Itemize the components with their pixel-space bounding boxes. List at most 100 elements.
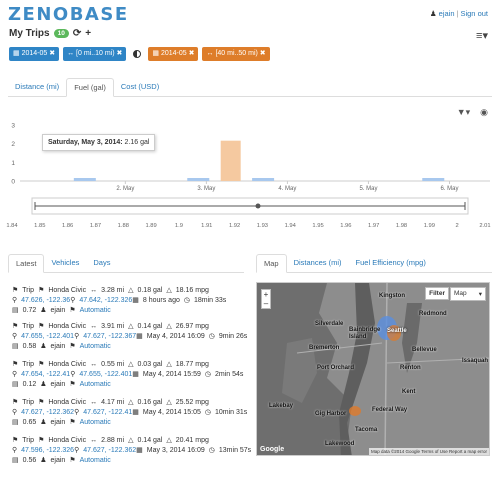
trip-distance: 3.91 mi xyxy=(101,323,125,330)
distance-icon: ↔ xyxy=(90,437,98,444)
zenobase-logo[interactable]: ZENOBASE xyxy=(8,4,129,25)
trip-mode-link[interactable]: Automatic xyxy=(80,343,111,350)
list-tabs: Latest Vehicles Days xyxy=(8,254,244,273)
filter-chip-distance-orange[interactable]: ↔ [40 mi..50 mi) ✖ xyxy=(202,47,270,61)
remove-icon[interactable]: ✖ xyxy=(260,50,266,57)
trip-distance: 4.17 mi xyxy=(101,399,125,406)
x-tick-label: 6. May xyxy=(440,186,458,192)
camera-icon[interactable]: ◉ xyxy=(480,107,488,118)
navigator-tick-label: 1.89 xyxy=(145,223,156,229)
trip-to-link[interactable]: 47.642, -122.326 xyxy=(79,297,132,304)
trip-to-link[interactable]: 47.655, -122.401 xyxy=(79,371,132,378)
signout-link[interactable]: Sign out xyxy=(460,9,488,18)
trip-entry: ⚑ Trip ⚑ Honda Civic ↔ 3.91 mi △ 0.14 gal △ 26.97… xyxy=(12,322,248,352)
trip-mpg: 20.41 mpg xyxy=(175,437,209,444)
map-type-select[interactable]: Map ▾ xyxy=(450,287,486,301)
compare-toggle-icon[interactable] xyxy=(133,50,142,58)
trip-mpg: 18.16 mpg xyxy=(175,287,209,294)
tab-vehicles[interactable]: Vehicles xyxy=(44,254,86,272)
trip-duration: 10min 31s xyxy=(215,409,248,416)
trip-from-link[interactable]: 47.655, -122.401 xyxy=(21,333,74,340)
trip-type: Trip xyxy=(22,287,35,294)
trip-distance: 3.28 mi xyxy=(101,287,125,294)
trip-mpg: 25.52 mpg xyxy=(175,399,209,406)
bar xyxy=(187,178,210,181)
refresh-icon[interactable]: ⟳ xyxy=(73,28,81,39)
tab-fuel[interactable]: Fuel (gal) xyxy=(66,78,114,97)
zoom-out-icon[interactable]: – xyxy=(262,299,270,308)
remove-icon[interactable]: ✖ xyxy=(189,50,195,57)
trip-user: ejain xyxy=(50,307,66,314)
navigator-tick-label: 1.91 xyxy=(201,223,212,229)
map-filter-button[interactable]: Filter xyxy=(425,287,449,300)
trip-to-link[interactable]: 47.627, -122.362 xyxy=(83,447,136,454)
trip-entry: ⚑ Trip ⚑ Honda Civic ↔ 0.55 mi △ 0.03 gal △ 18.77… xyxy=(12,360,248,390)
location-icon: ⚲ xyxy=(74,333,80,340)
trip-to-link[interactable]: 47.627, -122.367 xyxy=(83,333,136,340)
navigator-tick-label: 1.88 xyxy=(118,223,129,229)
trip-mode-link[interactable]: Automatic xyxy=(80,307,111,314)
trip-to-link[interactable]: 47.627, -122.41 xyxy=(83,409,132,416)
trip-car: Honda Civic xyxy=(48,399,87,406)
trip-from-link[interactable]: 47.627, -122.362 xyxy=(21,409,74,416)
filter-chip-date-blue[interactable]: ▦ 2014-05 ✖ xyxy=(9,47,60,61)
tag-icon: ⚑ xyxy=(38,287,45,294)
navigator-tick-label: 1.98 xyxy=(396,223,407,229)
google-logo: Google xyxy=(260,446,285,453)
map-label: Bellevue xyxy=(412,347,437,353)
remove-icon[interactable]: ✖ xyxy=(49,50,55,57)
trip-from-link[interactable]: 47.596, -122.326 xyxy=(21,447,74,454)
map-label: Kingston xyxy=(379,293,405,299)
tab-distance[interactable]: Distance (mi) xyxy=(8,78,66,96)
tag-icon: ⚑ xyxy=(69,457,76,464)
username-link[interactable]: ejain xyxy=(439,9,455,18)
zoom-in-icon[interactable]: + xyxy=(262,290,270,299)
trip-mode-link[interactable]: Automatic xyxy=(80,457,111,464)
calendar-icon: ▦ xyxy=(132,409,139,416)
map-attribution[interactable]: Map data ©2014 Google Terms of Use Repor… xyxy=(368,448,489,455)
tab-days[interactable]: Days xyxy=(86,254,117,272)
tab-cost[interactable]: Cost (USD) xyxy=(114,78,166,96)
tag-icon: ⚑ xyxy=(38,437,45,444)
tab-distances[interactable]: Distances (mi) xyxy=(287,254,349,272)
navigator-tick-label: 1.95 xyxy=(312,223,323,229)
tag-icon: ⚑ xyxy=(12,437,19,444)
trip-type: Trip xyxy=(22,437,35,444)
efficiency-icon: △ xyxy=(166,287,172,294)
navigator-tick-label: 1.99 xyxy=(424,223,435,229)
tag-icon: ⚑ xyxy=(69,419,76,426)
chevron-down-icon: ▾ xyxy=(478,291,482,298)
x-tick-label: 3. May xyxy=(197,186,215,192)
location-icon: ⚲ xyxy=(12,409,18,416)
trip-count-badge: 10 xyxy=(53,29,69,38)
money-icon: ▤ xyxy=(12,457,19,464)
trip-cost: 0.56 xyxy=(22,457,37,464)
remove-icon[interactable]: ✖ xyxy=(117,50,123,57)
trip-mode-link[interactable]: Automatic xyxy=(80,419,111,426)
trip-distance: 0.55 mi xyxy=(101,361,125,368)
trip-mode-link[interactable]: Automatic xyxy=(80,381,111,388)
tag-icon: ⚑ xyxy=(12,323,19,330)
filter-icon[interactable]: ▼▾ xyxy=(457,107,470,118)
navigator-tick-label: 1.84 xyxy=(6,223,18,229)
trip-from-link[interactable]: 47.626, -122.36 xyxy=(21,297,70,304)
trip-from-link[interactable]: 47.654, -122.41 xyxy=(21,371,70,378)
filter-chip-distance-blue[interactable]: ↔ [0 mi..10 mi) ✖ xyxy=(63,47,127,61)
tab-map[interactable]: Map xyxy=(256,254,287,273)
zoom-control: + – xyxy=(261,289,271,309)
user-icon: ♟ xyxy=(40,457,47,464)
map[interactable]: Kingston Silverdale Bainbridge Island Br… xyxy=(256,282,490,456)
filter-chip-date-orange[interactable]: ▦ 2014-05 ✖ xyxy=(148,47,199,61)
page-title-row: My Trips 10 ⟳ + xyxy=(9,28,91,39)
hamburger-menu-icon[interactable]: ≡▾ xyxy=(476,29,488,42)
add-icon[interactable]: + xyxy=(85,28,91,39)
location-icon: ⚲ xyxy=(12,333,18,340)
y-tick-label: 0 xyxy=(11,179,15,186)
location-icon: ⚲ xyxy=(74,409,80,416)
tag-icon: ⚑ xyxy=(38,323,45,330)
tab-latest[interactable]: Latest xyxy=(8,254,45,273)
clock-icon: ◷ xyxy=(204,371,211,378)
tab-fuel-efficiency[interactable]: Fuel Efficiency (mpg) xyxy=(349,254,433,272)
trip-mpg: 18.77 mpg xyxy=(175,361,209,368)
trip-time: 8 hours ago xyxy=(142,297,180,304)
